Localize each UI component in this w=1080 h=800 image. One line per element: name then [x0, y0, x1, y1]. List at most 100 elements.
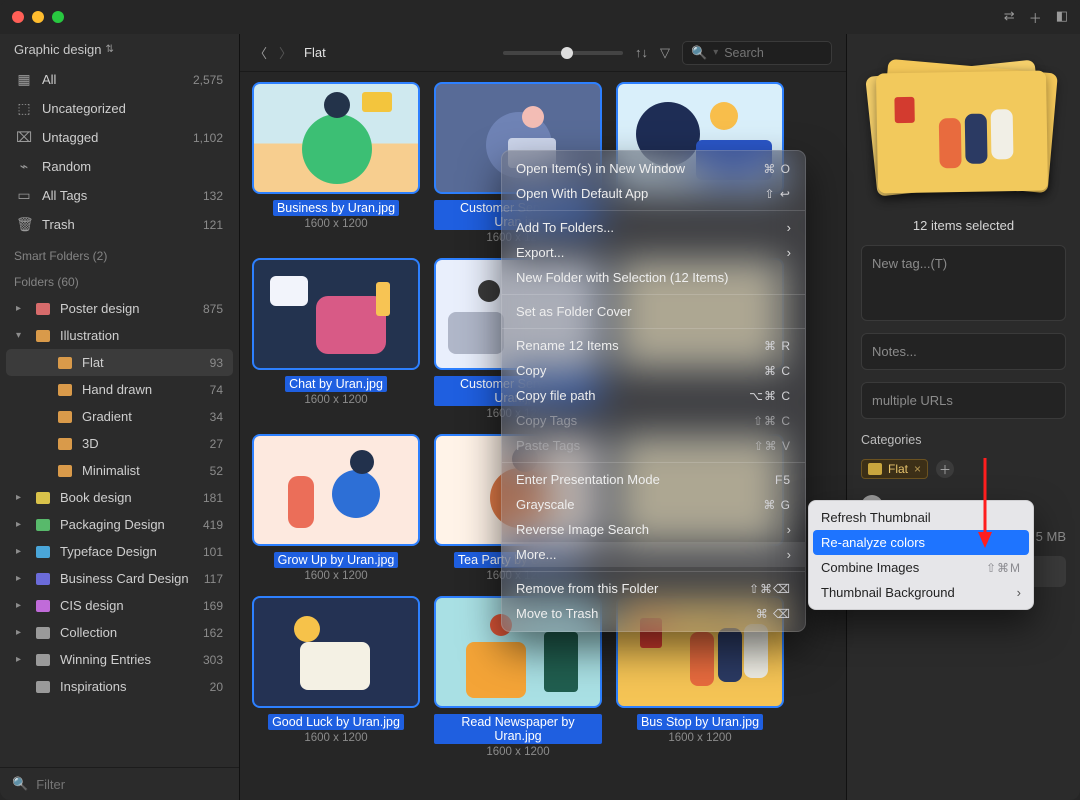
grid-item[interactable]: Business by Uran.jpg1600 x 1200	[252, 82, 420, 244]
ctx-copy-path[interactable]: Copy file path⌥⌘ C	[502, 383, 805, 408]
ctx-open-default[interactable]: Open With Default App⇧ ↩	[502, 181, 805, 206]
folder-flat[interactable]: Flat93	[6, 349, 233, 376]
grid-item[interactable]: Grow Up by Uran.jpg1600 x 1200	[252, 434, 420, 582]
sidebar-item-label: Untagged	[42, 130, 183, 145]
ctx-copy[interactable]: Copy⌘ C	[502, 358, 805, 383]
folder-business-card-design[interactable]: ▸Business Card Design117	[6, 565, 233, 592]
filter-icon[interactable]: ▽	[660, 45, 670, 61]
item-dimensions: 1600 x 1200	[616, 732, 784, 744]
folder-3d[interactable]: 3D27	[6, 430, 233, 457]
folder-label: Minimalist	[82, 463, 200, 478]
search-input[interactable]	[724, 46, 823, 60]
disclosure-icon[interactable]: ▸	[16, 492, 26, 503]
window-minimize[interactable]	[32, 11, 44, 23]
tag-input[interactable]: New tag...(T)	[861, 245, 1066, 321]
add-icon[interactable]: ＋	[1029, 8, 1042, 27]
sidebar-filter[interactable]: 🔍	[0, 767, 239, 800]
folder-label: Poster design	[60, 301, 193, 316]
sort-icon[interactable]: ↑↓	[635, 45, 648, 60]
nav-fwd-icon[interactable]: 〉	[279, 43, 292, 62]
thumbnail[interactable]	[252, 434, 420, 546]
folder-inspirations[interactable]: Inspirations20	[6, 673, 233, 700]
url-input[interactable]: multiple URLs	[861, 382, 1066, 419]
ctx-grayscale[interactable]: Grayscale⌘ G	[502, 492, 805, 517]
disclosure-icon[interactable]: ▸	[16, 627, 26, 638]
swap-icon[interactable]: ⇄	[1004, 8, 1015, 27]
disclosure-icon[interactable]: ▸	[16, 303, 26, 314]
context-submenu-more[interactable]: Refresh Thumbnail Re-analyze colors Comb…	[808, 500, 1034, 610]
ctx-reverse[interactable]: Reverse Image Search›	[502, 517, 805, 542]
chevron-right-icon: ›	[787, 522, 791, 537]
disclosure-icon[interactable]: ▸	[16, 654, 26, 665]
window-close[interactable]	[12, 11, 24, 23]
sidebar-item-random[interactable]: ⌁Random	[6, 152, 233, 181]
thumbnail[interactable]	[252, 82, 420, 194]
nav-back-icon[interactable]: 〈	[254, 43, 267, 62]
sidebar: Graphic design ⇅ ▦All2,575⬚Uncategorized…	[0, 34, 240, 800]
ctx2-combine[interactable]: Combine Images⇧⌘M	[809, 555, 1033, 580]
ctx-add-folders[interactable]: Add To Folders...›	[502, 215, 805, 240]
folder-label: Inspirations	[60, 679, 200, 694]
folder-icon	[36, 492, 50, 504]
sidebar-item-all-tags[interactable]: ▭All Tags132	[6, 181, 233, 210]
folder-winning-entries[interactable]: ▸Winning Entries303	[6, 646, 233, 673]
disclosure-icon[interactable]: ▸	[16, 519, 26, 530]
disclosure-icon[interactable]: ▸	[16, 573, 26, 584]
folder-hand-drawn[interactable]: Hand drawn74	[6, 376, 233, 403]
folder-icon	[36, 600, 50, 612]
ctx-presentation[interactable]: Enter Presentation ModeF5	[502, 467, 805, 492]
folders-head[interactable]: Folders (60)	[0, 267, 239, 293]
folder-typeface-design[interactable]: ▸Typeface Design101	[6, 538, 233, 565]
item-dimensions: 1600 x 1200	[434, 746, 602, 758]
grid-item[interactable]: Good Luck by Uran.jpg1600 x 1200	[252, 596, 420, 758]
folder-packaging-design[interactable]: ▸Packaging Design419	[6, 511, 233, 538]
sidebar-item-untagged[interactable]: ⌧Untagged1,102	[6, 123, 233, 152]
folder-collection[interactable]: ▸Collection162	[6, 619, 233, 646]
ctx-more[interactable]: More...›	[502, 542, 805, 567]
ctx-new-folder[interactable]: New Folder with Selection (12 Items)	[502, 265, 805, 290]
chip-remove-icon[interactable]: ×	[914, 462, 921, 476]
filter-input[interactable]	[36, 777, 227, 792]
ctx-remove[interactable]: Remove from this Folder⇧⌘⌫	[502, 576, 805, 601]
trash-icon: 🗑	[16, 216, 32, 233]
sidebar-item-uncategorized[interactable]: ⬚Uncategorized	[6, 94, 233, 123]
folder-gradient[interactable]: Gradient34	[6, 403, 233, 430]
grid-item[interactable]: Chat by Uran.jpg1600 x 1200	[252, 258, 420, 420]
ctx2-reanalyze[interactable]: Re-analyze colors	[813, 530, 1029, 555]
inspector: 12 items selected New tag...(T) Notes...…	[846, 34, 1080, 800]
ctx-open-new[interactable]: Open Item(s) in New Window⌘ O	[502, 156, 805, 181]
updown-icon: ⇅	[105, 44, 113, 55]
search-field[interactable]: 🔍 ▾	[682, 41, 832, 65]
folder-cis-design[interactable]: ▸CIS design169	[6, 592, 233, 619]
window-zoom[interactable]	[52, 11, 64, 23]
notes-input[interactable]: Notes...	[861, 333, 1066, 370]
sidebar-item-trash[interactable]: 🗑Trash121	[6, 210, 233, 239]
library-picker[interactable]: Graphic design ⇅	[0, 34, 239, 63]
thumb-size-slider[interactable]	[503, 51, 623, 55]
disclosure-icon[interactable]: ▾	[16, 330, 26, 341]
ctx-rename[interactable]: Rename 12 Items⌘ R	[502, 333, 805, 358]
smart-folders-head[interactable]: Smart Folders (2)	[0, 241, 239, 267]
thumbnail[interactable]	[252, 596, 420, 708]
folder-minimalist[interactable]: Minimalist52	[6, 457, 233, 484]
ctx2-refresh[interactable]: Refresh Thumbnail	[809, 505, 1033, 530]
sidebar-toggle-icon[interactable]: ◧	[1056, 8, 1068, 27]
folder-poster-design[interactable]: ▸Poster design875	[6, 295, 233, 322]
breadcrumb[interactable]: Flat	[304, 45, 326, 60]
item-name: Bus Stop by Uran.jpg	[637, 714, 763, 730]
inbox-icon: ⬚	[16, 100, 32, 117]
ctx-set-cover[interactable]: Set as Folder Cover	[502, 299, 805, 324]
thumbnail[interactable]	[252, 258, 420, 370]
disclosure-icon[interactable]: ▸	[16, 600, 26, 611]
folder-book-design[interactable]: ▸Book design181	[6, 484, 233, 511]
disclosure-icon[interactable]: ▸	[16, 546, 26, 557]
sidebar-item-all[interactable]: ▦All2,575	[6, 65, 233, 94]
ctx-trash[interactable]: Move to Trash⌘ ⌫	[502, 601, 805, 626]
context-menu[interactable]: Open Item(s) in New Window⌘ O Open With …	[501, 150, 806, 632]
ctx-export[interactable]: Export...›	[502, 240, 805, 265]
add-category-button[interactable]: ＋	[936, 460, 954, 478]
folder-icon	[36, 330, 50, 342]
folder-illustration[interactable]: ▾Illustration	[6, 322, 233, 349]
category-chip[interactable]: Flat ×	[861, 459, 928, 479]
ctx2-thumb-bg[interactable]: Thumbnail Background›	[809, 580, 1033, 605]
